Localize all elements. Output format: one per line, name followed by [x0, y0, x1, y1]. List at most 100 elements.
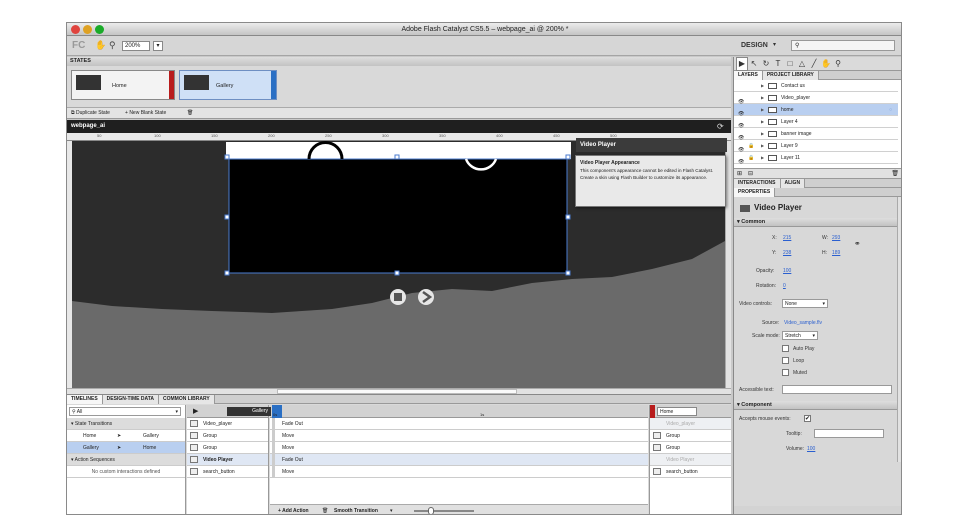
add-action-button[interactable]: + Add Action — [278, 505, 309, 514]
state-tile-home[interactable]: Home — [71, 70, 175, 100]
target-row[interactable]: Group — [650, 430, 731, 442]
accessible-text-field[interactable] — [782, 385, 892, 394]
zoom-field[interactable]: 200% — [122, 41, 150, 51]
delete-action-icon[interactable]: 🗑 — [322, 505, 328, 514]
y-value[interactable]: 238 — [783, 250, 791, 256]
autoplay-checkbox[interactable] — [782, 345, 789, 352]
layer-row[interactable]: ▶ Contact us — [734, 80, 898, 92]
action-sequences-group[interactable]: ▾ Action Sequences — [67, 454, 185, 466]
layer-row[interactable]: 👁 ▶ home ○ — [734, 104, 898, 117]
zoom-window-button[interactable] — [95, 25, 104, 34]
workspace-dropdown-icon[interactable]: ▾ — [773, 41, 776, 48]
tooltip-field[interactable] — [814, 429, 884, 438]
object-row[interactable]: Video_player — [187, 418, 268, 430]
tab-common-library[interactable]: COMMON LIBRARY — [158, 395, 215, 404]
smooth-transition-button[interactable]: Smooth Transition — [334, 505, 378, 514]
tab-align[interactable]: ALIGN — [780, 179, 806, 188]
expand-triangle-icon[interactable]: ▶ — [761, 152, 764, 164]
action-row[interactable]: Fade Out — [270, 454, 648, 466]
hand-tool-icon[interactable]: ✋ — [820, 58, 832, 70]
expand-triangle-icon[interactable]: ▶ — [761, 128, 764, 140]
h-value[interactable]: 189 — [832, 250, 840, 256]
zoom-icon[interactable]: ⚲ — [109, 40, 116, 51]
target-row[interactable]: Group — [650, 442, 731, 454]
loop-checkbox[interactable] — [782, 357, 789, 364]
component-section-header[interactable]: ▾ Component — [734, 401, 897, 410]
properties-scrollbar[interactable] — [897, 197, 901, 462]
video-controls-select[interactable]: None ▾ — [782, 299, 828, 308]
object-row[interactable]: Group — [187, 442, 268, 454]
refresh-icon[interactable]: ⟳ — [717, 122, 724, 131]
search-input[interactable]: ⚲ — [791, 40, 895, 51]
opacity-value[interactable]: 100 — [783, 268, 791, 274]
x-value[interactable]: 215 — [783, 235, 791, 241]
workspace-menu[interactable]: DESIGN — [741, 42, 768, 49]
scale-mode-select[interactable]: Stretch ▾ — [782, 331, 818, 340]
muted-checkbox[interactable] — [782, 369, 789, 376]
action-row[interactable]: Move — [270, 466, 648, 478]
direct-select-tool-icon[interactable]: ↖ — [748, 58, 760, 70]
line-tool-icon[interactable]: ╱ — [808, 58, 820, 70]
action-row[interactable]: Move — [270, 430, 648, 442]
close-window-button[interactable] — [71, 25, 80, 34]
tab-project-library[interactable]: PROJECT LIBRARY — [762, 71, 819, 80]
object-row[interactable]: Video Player — [187, 454, 268, 466]
layer-row[interactable]: 👁 ▶ banner image — [734, 128, 898, 141]
new-blank-state-button[interactable]: + New Blank State — [125, 108, 166, 118]
transition-row[interactable]: Home ➤ Gallery — [67, 430, 185, 442]
expand-triangle-icon[interactable]: ▶ — [761, 140, 764, 152]
dropdown-icon[interactable]: ▾ — [390, 505, 393, 514]
text-tool-icon[interactable]: T — [772, 58, 784, 70]
triangle-tool-icon[interactable]: △ — [796, 58, 808, 70]
zoom-tool-icon[interactable]: ⚲ — [832, 58, 844, 70]
play-icon[interactable]: ▶ — [193, 407, 198, 415]
layer-row[interactable]: 👁 ▶ Video_player — [734, 92, 898, 105]
layer-row[interactable]: 👁 🔒 ▶ Layer 11 — [734, 152, 898, 165]
hand-icon[interactable]: ✋ — [95, 40, 106, 51]
delete-layer-icon[interactable]: 🗑 — [891, 169, 899, 179]
target-row[interactable]: Video Player — [650, 454, 731, 466]
selection-tool-icon[interactable]: ▶ — [736, 57, 748, 71]
duplicate-state-button[interactable]: ⧉ Duplicate State — [71, 108, 110, 118]
zoom-dropdown-icon[interactable]: ▾ — [153, 41, 163, 51]
target-row[interactable]: search_button — [650, 466, 731, 478]
layer-row[interactable]: 👁 🔒 ▶ Layer 9 — [734, 140, 898, 153]
rectangle-tool-icon[interactable]: □ — [784, 58, 796, 70]
new-layer-icon[interactable]: ⊞ — [737, 169, 742, 179]
state-tile-gallery[interactable]: Gallery — [179, 70, 277, 100]
lock-icon[interactable]: 🔒 — [748, 152, 754, 164]
expand-triangle-icon[interactable]: ▶ — [761, 92, 764, 104]
timeline-zoom-slider[interactable] — [414, 507, 474, 514]
tab-design-time-data[interactable]: DESIGN-TIME DATA — [102, 395, 159, 404]
source-value[interactable]: Video_sample.flv — [784, 320, 822, 326]
volume-value[interactable]: 100 — [807, 446, 815, 452]
common-section-header[interactable]: ▾ Common — [734, 218, 897, 227]
target-row[interactable]: Video_player — [650, 418, 731, 430]
expand-triangle-icon[interactable]: ▶ — [761, 104, 764, 116]
object-row[interactable]: search_button — [187, 466, 268, 478]
layer-row[interactable]: 👁 ▶ Layer 4 — [734, 116, 898, 129]
state-transitions-group[interactable]: ▾ State Transitions — [67, 418, 185, 430]
expand-triangle-icon[interactable]: ▶ — [761, 80, 764, 92]
action-row[interactable]: Fade Out — [270, 418, 648, 430]
visibility-eye-icon[interactable]: 👁 — [738, 156, 744, 168]
mouse-events-checkbox[interactable]: ✔ — [804, 415, 811, 422]
lock-icon[interactable]: 🔒 — [748, 140, 754, 152]
object-row[interactable]: Group — [187, 430, 268, 442]
tab-interactions[interactable]: INTERACTIONS — [734, 179, 781, 188]
expand-triangle-icon[interactable]: ▶ — [761, 116, 764, 128]
target-icon[interactable]: ○ — [889, 104, 892, 116]
action-row[interactable]: Move — [270, 442, 648, 454]
link-dimensions-icon[interactable]: ⚭ — [854, 239, 861, 248]
delete-state-icon[interactable]: 🗑 — [187, 108, 193, 118]
rotation-value[interactable]: 0 — [783, 283, 786, 289]
tab-properties[interactable]: PROPERTIES — [734, 188, 776, 197]
minimize-window-button[interactable] — [83, 25, 92, 34]
tab-layers[interactable]: LAYERS — [734, 71, 763, 80]
filter-select[interactable]: ⚲ All ▾ — [69, 407, 181, 416]
new-sublayer-icon[interactable]: ⊟ — [748, 169, 753, 179]
w-value[interactable]: 293 — [832, 235, 840, 241]
rotate-tool-icon[interactable]: ↻ — [760, 58, 772, 70]
transition-row-selected[interactable]: Gallery ➤ Home — [67, 442, 185, 454]
tab-timelines[interactable]: TIMELINES — [67, 395, 103, 404]
